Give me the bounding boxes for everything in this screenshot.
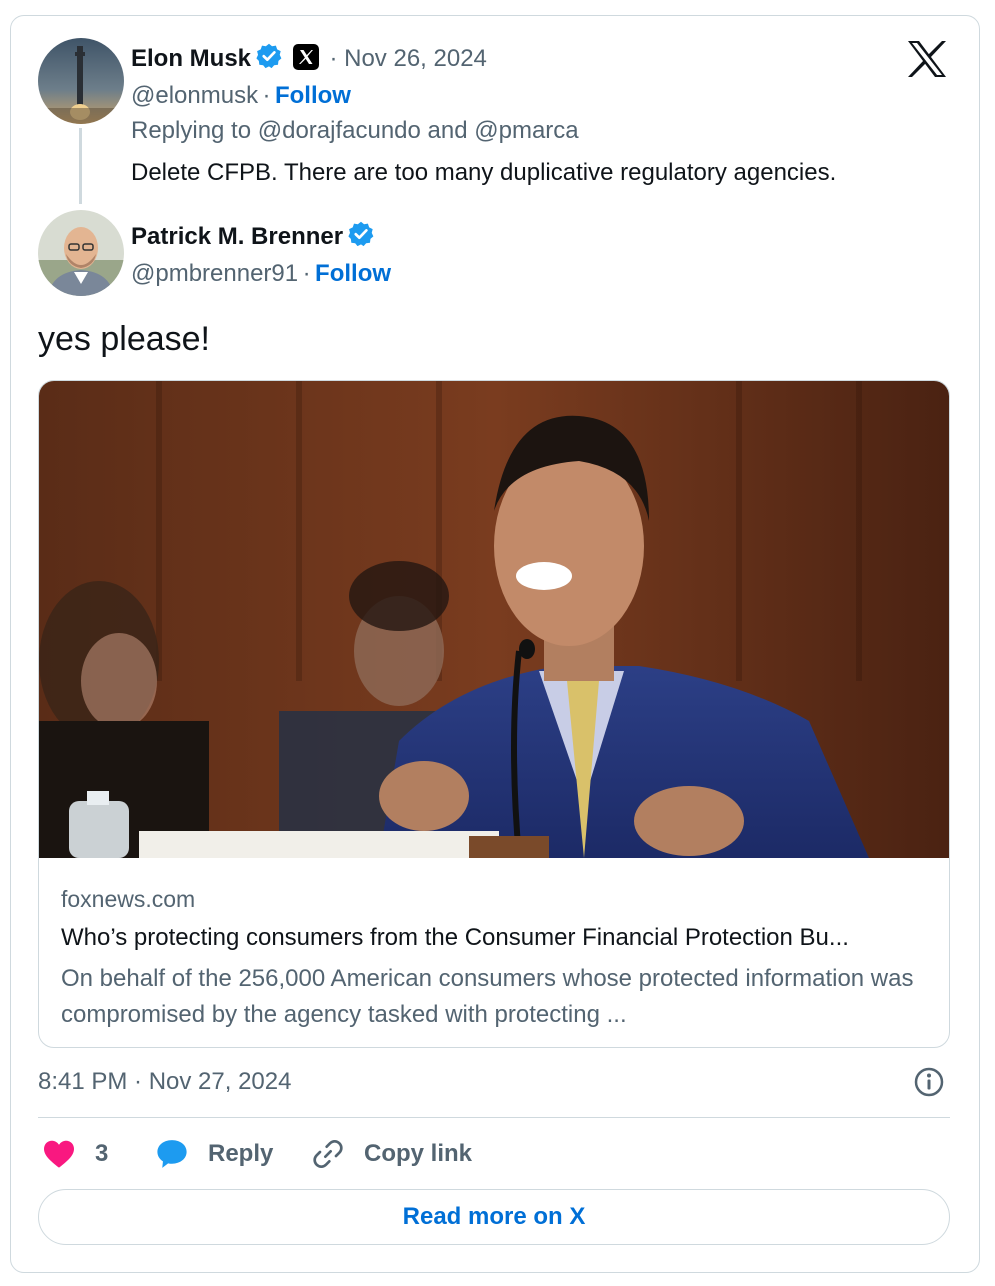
info-icon[interactable] — [913, 1066, 945, 1098]
parent-date[interactable]: · Nov 26, 2024 — [329, 45, 486, 72]
elon-musk-avatar[interactable] — [38, 38, 124, 124]
tweet-timestamp[interactable]: 8:41 PM · Nov 27, 2024 — [38, 1068, 291, 1096]
parent-author-row: Elon Musk · Nov 26, 2024 — [131, 42, 487, 73]
replying-to-text: Replying to @dorajfacundo and @pmarca — [131, 117, 579, 144]
separator-dot: · — [302, 260, 311, 287]
author-name[interactable]: Patrick M. Brenner — [131, 223, 343, 250]
reply-bubble-icon — [157, 1140, 187, 1168]
parent-handle[interactable]: @elonmusk — [131, 82, 258, 109]
link-title[interactable]: Who’s protecting consumers from the Cons… — [61, 924, 849, 952]
reply-button[interactable]: Reply — [155, 1136, 273, 1172]
divider — [38, 1117, 950, 1118]
follow-elonmusk-link[interactable]: Follow — [275, 82, 351, 109]
link-preview-card[interactable]: foxnews.com Who’s protecting consumers f… — [38, 380, 950, 1048]
verified-icon — [348, 221, 374, 247]
parent-author-name[interactable]: Elon Musk — [131, 45, 251, 72]
link-domain: foxnews.com — [61, 886, 196, 912]
parent-handle-row: @elonmusk · Follow — [131, 82, 351, 110]
x-affiliate-icon — [293, 44, 320, 70]
follow-pmbrenner91-link[interactable]: Follow — [315, 260, 391, 287]
copy-link-label: Copy link — [364, 1140, 473, 1167]
like-button[interactable]: 3 — [42, 1136, 108, 1172]
author-row: Patrick M. Brenner — [131, 220, 375, 251]
like-count: 3 — [95, 1140, 109, 1167]
link-description: On behalf of the 256,000 American consum… — [61, 965, 914, 1028]
link-icon — [313, 1140, 343, 1168]
heart-icon — [44, 1140, 74, 1168]
patrick-brenner-avatar[interactable] — [38, 210, 124, 296]
author-handle[interactable]: @pmbrenner91 — [131, 260, 298, 287]
reply-label: Reply — [208, 1140, 274, 1167]
separator-dot: · — [262, 82, 271, 109]
parent-tweet-text: Delete CFPB. There are too many duplicat… — [131, 159, 837, 186]
tweet-text: yes please! — [38, 320, 210, 358]
thread-line — [79, 128, 82, 204]
verified-icon — [256, 43, 282, 69]
read-more-on-x-button[interactable]: Read more on X — [38, 1189, 950, 1245]
article-image[interactable] — [39, 381, 950, 858]
copy-link-button[interactable]: Copy link — [312, 1136, 472, 1172]
x-logo-icon[interactable] — [906, 40, 948, 78]
handle-row: @pmbrenner91 · Follow — [131, 260, 391, 288]
